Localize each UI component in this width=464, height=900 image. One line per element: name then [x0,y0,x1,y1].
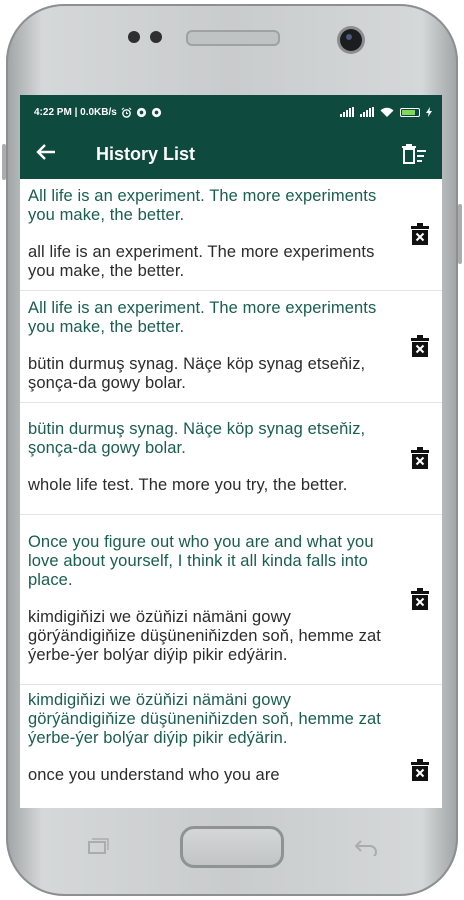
translation-text: kimdigiňizi we özüňizi nämäni gowy görýä… [28,607,381,664]
signal-icon [360,107,374,117]
wifi-icon [380,107,394,117]
delete-icon[interactable] [408,333,432,359]
app-toolbar: History List [20,129,442,179]
history-item[interactable]: kimdigiňizi we özüňizi nämäni gowy görýä… [20,685,442,808]
settings-icon [151,107,161,117]
translation-text: bütin durmuş synag. Näçe köp synag etseň… [28,354,366,392]
proximity-sensor [128,31,140,43]
source-text: Once you figure out who you are and what… [28,532,374,589]
delete-icon[interactable] [408,445,432,471]
history-item[interactable]: Once you figure out who you are and what… [20,515,442,685]
status-time: 4:22 PM | 0.0KB/s [34,106,117,118]
back-key-icon[interactable] [352,836,380,856]
source-text: All life is an experiment. The more expe… [28,186,377,224]
delete-icon[interactable] [408,221,432,247]
home-button[interactable] [180,826,284,868]
app-screen: 4:22 PM | 0.0KB/s History List All life … [20,95,442,808]
page-title: History List [96,143,196,164]
earpiece-speaker [186,30,280,46]
settings-icon [136,107,146,117]
history-item[interactable]: All life is an experiment. The more expe… [20,179,442,291]
volume-button [2,144,6,180]
status-bar: 4:22 PM | 0.0KB/s [20,95,442,129]
source-text: All life is an experiment. The more expe… [28,298,377,336]
battery-icon [400,107,420,117]
clear-all-icon[interactable] [400,142,428,166]
back-arrow-icon[interactable] [36,143,76,165]
history-item[interactable]: All life is an experiment. The more expe… [20,291,442,403]
translation-text: whole life test. The more you try, the b… [28,476,348,494]
source-text: kimdigiňizi we özüňizi nämäni gowy görýä… [28,691,381,747]
light-sensor [150,31,162,43]
history-list: All life is an experiment. The more expe… [20,179,442,808]
front-camera [340,29,362,51]
signal-icon [340,107,354,117]
charging-icon [426,107,432,117]
alarm-icon [121,107,132,118]
translation-text: all life is an experiment. The more expe… [28,242,375,280]
history-item[interactable]: bütin durmuş synag. Näçe köp synag etseň… [20,403,442,515]
source-text: bütin durmuş synag. Näçe köp synag etseň… [28,420,366,457]
delete-icon[interactable] [408,757,432,783]
recent-apps-key-icon[interactable] [84,838,110,856]
delete-icon[interactable] [408,586,432,612]
power-button [458,204,462,264]
translation-text: once you understand who you are [28,766,280,784]
